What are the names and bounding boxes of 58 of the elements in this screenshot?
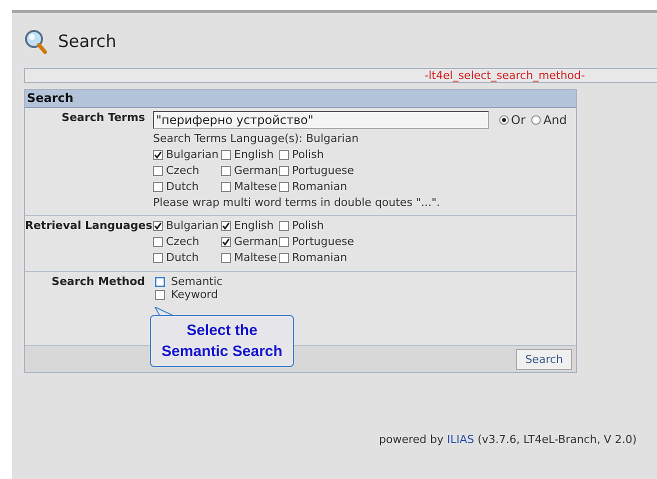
hint-text: Please wrap multi word terms in double qoutes "...". [153,196,442,209]
checkbox-label: Bulgarian [166,148,219,161]
checkbox[interactable] [155,290,165,300]
checkbox-label: German [234,235,278,248]
checkbox[interactable] [221,236,231,246]
checkbox-label: English [234,219,274,232]
form-header: Search [25,90,576,108]
checkbox[interactable] [221,220,231,230]
field-label: Retrieval Languages [25,219,152,232]
checkbox-label: Maltese [234,251,277,264]
checkbox[interactable] [279,220,289,230]
radio-label: And [543,113,567,127]
footer-text: powered by ILIAS (v3.7.6, LT4eL-Branch, V 2.0) [379,433,638,446]
ilias-link[interactable]: ILIAS [447,433,474,446]
checkbox-label: Romanian [292,251,348,264]
checkbox-label: Semantic [171,275,223,288]
message-bar: -lt4el_select_search_method- [24,68,657,83]
checkbox[interactable] [221,150,231,160]
callout-tooltip: Select the Semantic Search [150,315,294,367]
checkbox[interactable] [279,182,289,192]
checkbox-label: Bulgarian [166,219,219,232]
checkbox-label: Polish [292,148,324,161]
checkbox-label: Portuguese [292,235,354,248]
checkbox[interactable] [279,236,289,246]
checkbox-label: Portuguese [292,164,354,177]
checkbox-label: Czech [166,235,200,248]
checkbox-label: Romanian [292,180,348,193]
checkbox[interactable] [155,276,165,286]
checkbox-label: Dutch [166,251,199,264]
field-label: Search Terms [62,111,145,124]
search-button[interactable]: Search [516,348,572,370]
checkbox-label: Keyword [171,288,218,301]
checkbox-label: Czech [166,164,200,177]
checkbox[interactable] [153,166,163,176]
checkbox[interactable] [279,150,289,160]
checkbox[interactable] [279,252,289,262]
page-title: Search [58,32,116,52]
radio-button[interactable] [531,115,542,125]
language-note: Search Terms Language(s): Bulgarian [153,132,360,145]
field-label: Search Method [52,275,145,288]
radio-label: Or [511,113,526,127]
checkbox-label: German [234,164,278,177]
search-icon [24,29,48,55]
radio-button[interactable] [499,115,509,125]
checkbox-label: Maltese [234,180,277,193]
checkbox[interactable] [153,182,163,192]
checkbox[interactable] [221,166,231,176]
checkbox-label: Dutch [166,180,199,193]
checkbox[interactable] [153,252,163,262]
checkbox[interactable] [153,150,163,160]
checkbox[interactable] [279,166,289,176]
checkbox[interactable] [153,236,163,246]
checkbox-label: Polish [292,219,324,232]
search-field[interactable]: "периферно устройство" [153,111,489,129]
checkbox-label: English [234,148,274,161]
checkbox[interactable] [221,252,231,262]
checkbox[interactable] [153,220,163,230]
checkbox[interactable] [221,182,231,192]
